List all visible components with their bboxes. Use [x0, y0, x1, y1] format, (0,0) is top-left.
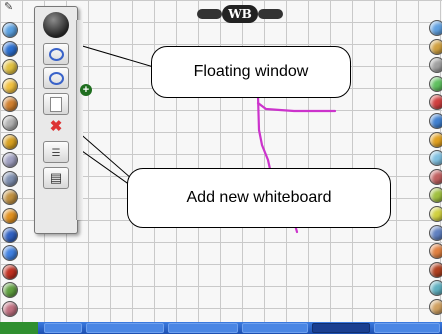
window-button[interactable]: ▤ — [43, 167, 69, 189]
ring-button[interactable] — [43, 67, 69, 89]
callout-add-new-whiteboard: Add new whiteboard — [127, 168, 391, 228]
floating-window-edge[interactable] — [76, 20, 83, 220]
taskbar-button[interactable] — [374, 323, 440, 333]
floating-window[interactable]: ✖ ☰ ▤ — [34, 6, 78, 234]
callout-floating-window: Floating window — [151, 46, 351, 98]
add-whiteboard-button[interactable] — [43, 93, 69, 115]
taskbar-button[interactable] — [168, 323, 238, 333]
pen-stroke — [256, 101, 337, 113]
taskbar — [0, 322, 442, 334]
add-icon[interactable]: + — [80, 84, 92, 96]
ring-icon — [48, 48, 64, 61]
ring-icon — [48, 72, 64, 85]
ring-button[interactable] — [43, 43, 69, 65]
close-icon: ✖ — [49, 118, 63, 135]
taskbar-button[interactable] — [86, 323, 164, 333]
taskbar-button[interactable] — [242, 323, 308, 333]
page-icon — [50, 97, 62, 112]
window-icon: ▤ — [49, 170, 63, 185]
lines-button[interactable]: ☰ — [43, 141, 69, 163]
close-button[interactable]: ✖ — [43, 117, 69, 139]
lines-icon: ☰ — [51, 148, 61, 159]
start-button[interactable] — [0, 322, 38, 334]
sphere-icon[interactable] — [43, 12, 69, 38]
taskbar-button-active[interactable] — [312, 323, 370, 333]
taskbar-button[interactable] — [44, 323, 82, 333]
